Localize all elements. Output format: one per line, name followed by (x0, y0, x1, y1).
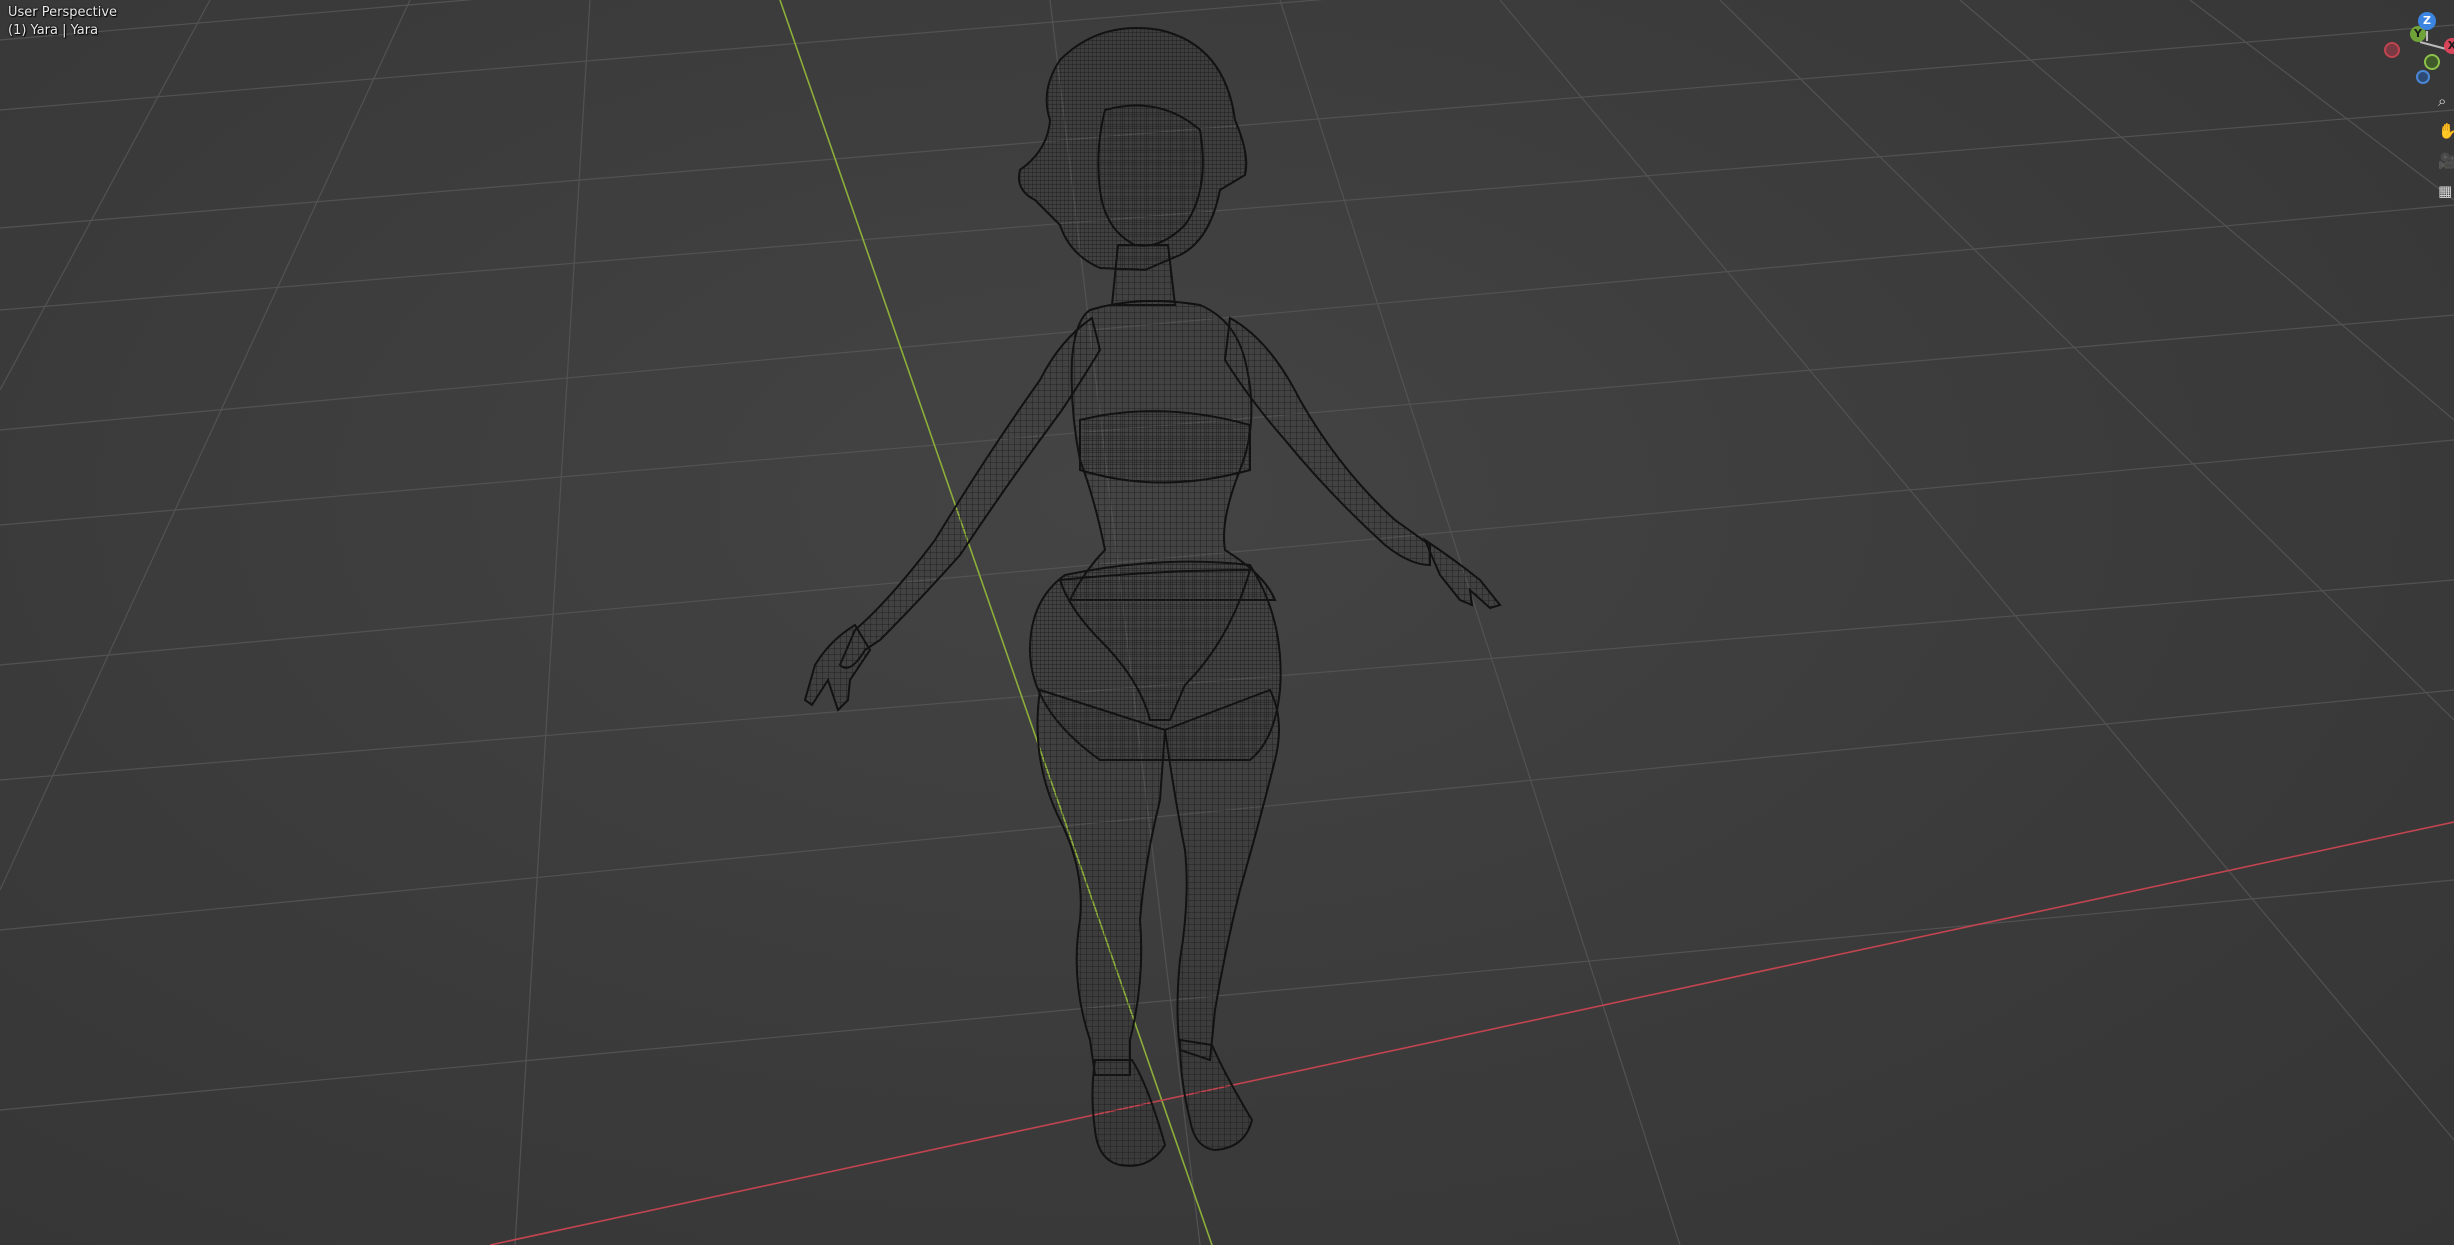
grid-toggle-icon[interactable]: ▦ (2438, 180, 2454, 202)
viewport-navigation-tools: ⌕ ✋ 🎥 ▦ (2438, 90, 2454, 210)
view-name-label: User Perspective (8, 5, 118, 20)
gizmo-z-line (2426, 31, 2428, 41)
gizmo-negative-x-icon[interactable] (2384, 42, 2400, 58)
camera-icon[interactable]: 🎥 (2438, 150, 2454, 172)
gizmo-z-icon[interactable]: Z (2418, 12, 2436, 30)
zoom-icon[interactable]: ⌕ (2438, 90, 2454, 112)
gizmo-negative-z-icon[interactable] (2416, 70, 2430, 84)
character-wireframe[interactable] (803, 27, 1502, 1167)
x-axis-line (489, 821, 2454, 1245)
navigation-gizmo[interactable]: Y Z X (2380, 8, 2454, 88)
hand-pan-icon[interactable]: ✋ (2438, 120, 2454, 142)
active-object-label: (1) Yara | Yara (8, 23, 99, 38)
gizmo-negative-y-icon[interactable] (2424, 54, 2440, 70)
gizmo-x-icon[interactable]: X (2444, 38, 2454, 54)
viewport-scene (0, 0, 2454, 1245)
3d-viewport[interactable]: User Perspective (1) Yara | Yara Y Z X ⌕… (0, 0, 2454, 1245)
